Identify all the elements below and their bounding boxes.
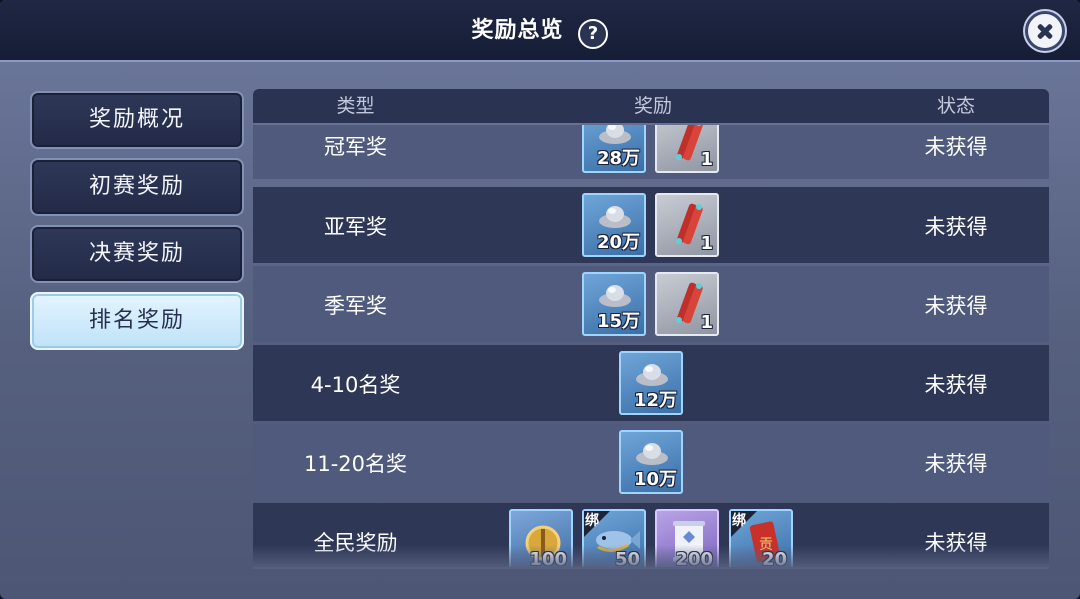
reward-quantity: 1 [700,149,713,170]
tab-preliminary-reward[interactable]: 初赛奖励 [30,158,244,216]
reward-type: 4-10名奖 [310,373,401,397]
reward-quantity: 12万 [633,390,677,411]
reward-item[interactable]: 15万 [582,272,646,336]
table-row: 冠军奖 28万 1 未获得 [253,125,1049,179]
tab-final-reward[interactable]: 决赛奖励 [30,225,244,283]
reward-status: 未获得 [924,294,988,318]
table-row: 11-20名奖 10万 未获得 [253,424,1049,500]
silver-ingot-icon [599,285,631,307]
column-header-reward: 奖励 [633,95,672,117]
tab-ranking-reward[interactable]: 排名奖励 [30,292,244,350]
reward-quantity: 28万 [596,148,640,169]
reward-status: 未获得 [924,373,988,397]
scroll-fade [253,545,1049,569]
reward-quantity: 15万 [596,311,640,332]
column-header-status: 状态 [936,95,975,117]
silver-ingot-icon [636,364,668,386]
reward-type: 季军奖 [324,294,387,318]
window-title: 奖励总览 [471,18,564,43]
reward-item[interactable]: 28万 [582,125,646,173]
reward-type: 冠军奖 [324,135,387,159]
reward-item[interactable]: 1 [655,272,719,336]
reward-status: 未获得 [924,135,988,159]
silver-ingot-icon [599,206,631,228]
reward-table: 类型 奖励 状态 冠军奖 28万 1 未获得 亚军奖 20万 1 未获得 季军奖… [253,89,1049,567]
reward-quantity: 1 [700,233,713,254]
reward-status: 未获得 [924,215,988,239]
reward-quantity: 1 [700,312,713,333]
reward-item[interactable]: 1 [655,125,719,173]
table-row: 季军奖 15万 1 未获得 [253,266,1049,342]
reward-quantity: 10万 [633,469,677,490]
bound-label: 绑 [732,513,746,529]
help-icon[interactable]: ? [578,19,608,49]
reward-item[interactable]: 10万 [619,430,683,494]
table-row: 4-10名奖 12万 未获得 [253,345,1049,421]
title-bar: 奖励总览 ? [0,0,1080,62]
column-header-type: 类型 [336,95,375,117]
reward-type: 11-20名奖 [303,452,408,476]
silver-ingot-icon [636,443,668,465]
reward-type: 亚军奖 [324,215,387,239]
table-header: 类型 奖励 状态 [253,89,1049,123]
reward-item[interactable]: 12万 [619,351,683,415]
close-button[interactable] [1025,11,1065,51]
reward-overview-window: 奖励总览 ? 奖励概况 初赛奖励 决赛奖励 排名奖励 类型 奖励 状态 冠军奖 … [0,0,1080,599]
reward-item[interactable]: 1 [655,193,719,257]
silver-ingot-icon [599,125,631,144]
table-row: 亚军奖 20万 1 未获得 [253,187,1049,263]
reward-quantity: 20万 [596,232,640,253]
reward-item[interactable]: 20万 [582,193,646,257]
tab-reward-overview[interactable]: 奖励概况 [30,91,244,149]
reward-status: 未获得 [924,452,988,476]
table-body[interactable]: 冠军奖 28万 1 未获得 亚军奖 20万 1 未获得 季军奖 15万 1 未获… [253,125,1049,567]
